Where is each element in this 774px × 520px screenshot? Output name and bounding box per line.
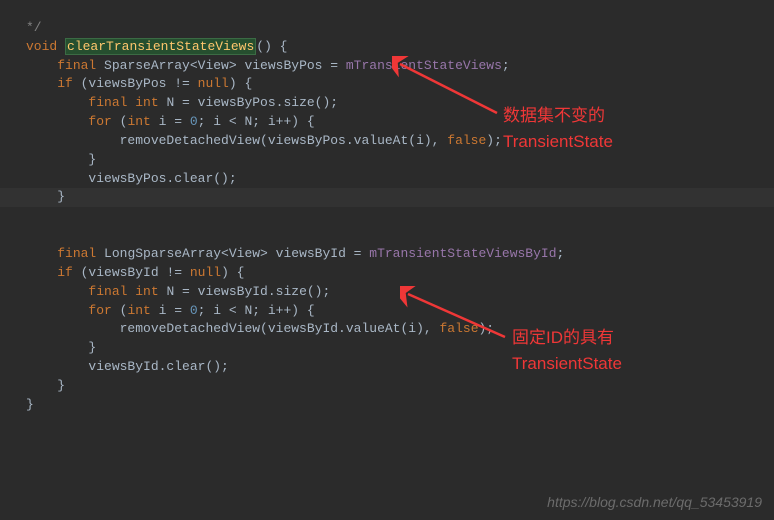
code-line: final int N = viewsById.size();: [88, 284, 330, 299]
code-line: final int N = viewsByPos.size();: [88, 95, 338, 110]
code-line: final LongSparseArray<View> viewsById = …: [57, 246, 564, 261]
annotation-text: 固定ID的具有 TransientState: [512, 325, 622, 378]
code-line: }: [88, 152, 96, 167]
code-line: }: [0, 188, 774, 207]
annotation-text: 数据集不变的 TransientState: [503, 103, 613, 156]
annotation-arrow: [392, 56, 502, 118]
code-line: for (int i = 0; i < N; i++) {: [88, 114, 314, 129]
comment-line: */: [26, 20, 42, 35]
code-line: }: [88, 340, 96, 355]
code-line: removeDetachedView(viewsByPos.valueAt(i)…: [120, 133, 502, 148]
annotation-arrow: [400, 286, 510, 342]
code-line: viewsByPos.clear();: [88, 171, 236, 186]
code-line: for (int i = 0; i < N; i++) {: [88, 303, 314, 318]
watermark: https://blog.csdn.net/qq_53453919: [547, 492, 762, 512]
code-line: void clearTransientStateViews() {: [26, 38, 287, 55]
code-line: if (viewsById != null) {: [57, 265, 244, 280]
code-line: if (viewsByPos != null) {: [57, 76, 252, 91]
code-line: viewsById.clear();: [88, 359, 228, 374]
code-editor[interactable]: */ void clearTransientStateViews() { fin…: [0, 0, 774, 415]
method-name-highlight: clearTransientStateViews: [65, 38, 256, 55]
code-line: }: [57, 378, 65, 393]
code-line: }: [26, 397, 34, 412]
